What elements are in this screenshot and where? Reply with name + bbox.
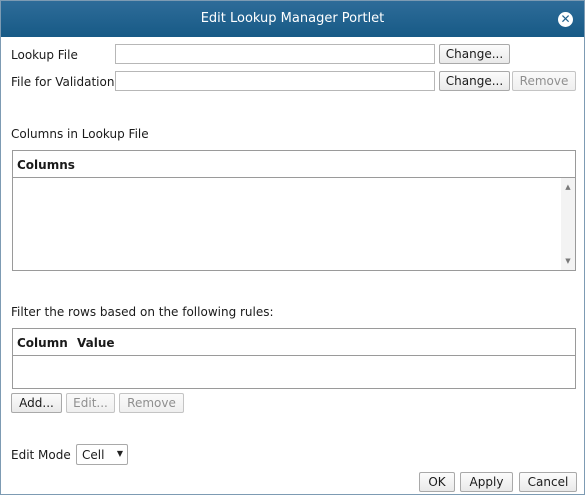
filter-rules-table[interactable]: Column Value — [12, 328, 576, 389]
filter-section-label: Filter the rows based on the following r… — [11, 305, 274, 319]
scroll-down-icon[interactable]: ▼ — [561, 254, 575, 268]
dialog-titlebar: Edit Lookup Manager Portlet ✕ — [1, 1, 584, 37]
columns-section-label: Columns in Lookup File — [11, 127, 149, 141]
filter-table-header: Column Value — [13, 329, 575, 356]
edit-rule-button[interactable]: Edit... — [66, 393, 115, 413]
filter-value-header: Value — [77, 336, 115, 350]
remove-rule-button[interactable]: Remove — [119, 393, 184, 413]
dialog-title: Edit Lookup Manager Portlet — [200, 11, 385, 26]
edit-mode-label: Edit Mode — [11, 448, 71, 462]
chevron-down-icon: ▼ — [116, 449, 123, 458]
lookup-file-field[interactable] — [115, 44, 435, 64]
edit-mode-value: Cell — [82, 448, 105, 462]
edit-mode-select[interactable]: Cell ▼ — [76, 444, 128, 465]
validation-file-label: File for Validation — [11, 75, 115, 89]
add-rule-button[interactable]: Add... — [11, 393, 62, 413]
apply-button[interactable]: Apply — [460, 472, 513, 492]
columns-header-label: Columns — [17, 158, 75, 172]
lookup-file-label: Lookup File — [11, 48, 78, 62]
filter-column-header: Column — [17, 336, 68, 350]
validation-file-remove-button[interactable]: Remove — [512, 71, 576, 91]
lookup-file-change-button[interactable]: Change... — [439, 44, 510, 64]
cancel-button[interactable]: Cancel — [519, 472, 577, 492]
columns-list[interactable]: Columns ▲ ▼ — [12, 150, 576, 271]
columns-scrollbar[interactable]: ▲ ▼ — [561, 178, 575, 270]
columns-list-header: Columns — [13, 151, 575, 178]
edit-lookup-manager-dialog: Edit Lookup Manager Portlet ✕ Lookup Fil… — [0, 0, 585, 495]
close-icon[interactable]: ✕ — [558, 12, 573, 27]
validation-file-change-button[interactable]: Change... — [439, 71, 510, 91]
scroll-up-icon[interactable]: ▲ — [561, 180, 575, 194]
validation-file-field[interactable] — [115, 71, 435, 91]
ok-button[interactable]: OK — [419, 472, 455, 492]
